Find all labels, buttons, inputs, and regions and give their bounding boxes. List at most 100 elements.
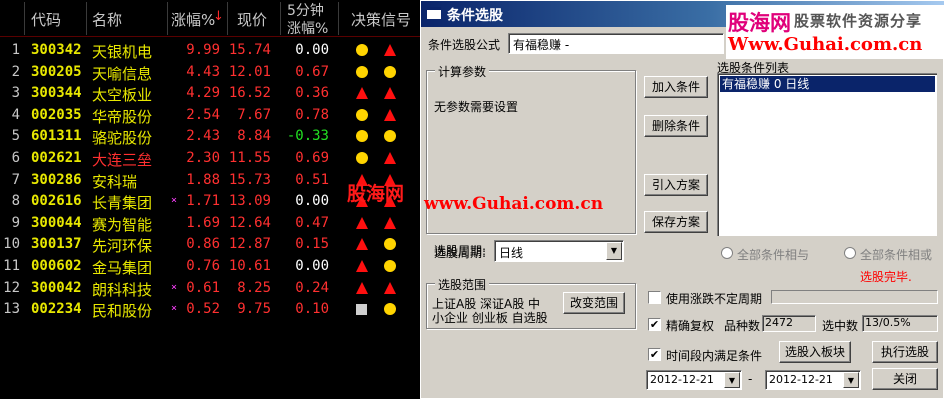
table-row[interactable]: 12 300042 朗科科技 × 0.61 8.25 0.24 [0,277,420,299]
change-5min: 0.00 [295,193,329,210]
change-5min: 0.67 [295,63,329,80]
watermark-brand: 股海网 [347,183,405,205]
date-from-input[interactable]: 2012-12-21 ▼ [646,370,742,390]
run-select-button[interactable]: 执行选股 [872,341,938,363]
to-board-button[interactable]: 选股入板块 [779,341,851,363]
condition-list[interactable]: 有福稳赚 0 日线 [717,73,937,236]
stock-code: 601311 [31,128,82,145]
stock-name: 华帝股份 [92,107,153,126]
status-text: 选股完毕. [860,270,912,284]
price: 15.73 [228,171,271,188]
column-divider [338,2,339,35]
add-condition-button[interactable]: 加入条件 [644,76,708,98]
table-row[interactable]: 1 300342 天银机电 9.99 15.74 0.00 [0,39,420,61]
signal-up-triangle-icon [384,216,396,229]
price: 15.74 [228,42,271,58]
watermark-url: www.Guhai.com.cn [424,194,604,214]
brand-url: Www.Guhai.com.cn [728,34,923,55]
radio-or[interactable] [844,247,856,259]
save-plan-button[interactable]: 保存方案 [644,211,708,233]
header-chg5-bottom[interactable]: 涨幅% [287,18,328,38]
change-pct: 0.76 [186,258,220,274]
header-code[interactable]: 代码 [31,9,61,30]
condition-list-item[interactable]: 有福稳赚 0 日线 [720,76,935,92]
header-chg5-top[interactable]: 5分钟 [287,0,324,20]
header-signal[interactable]: 决策信号 [351,9,411,30]
stock-name: 民和股份 [92,302,153,321]
signal-square-icon [356,304,367,316]
params-group-label: 计算参数 [435,63,490,80]
table-row[interactable]: 3 300344 太空板业 4.29 16.52 0.36 [0,82,420,104]
use-period-checkbox[interactable] [648,291,661,304]
signal-up-triangle-icon [384,108,396,121]
change-5min: 0.00 [295,258,329,274]
period-select[interactable]: 日线 ▼ [494,240,624,262]
period-value: 日线 [499,246,524,260]
price: 11.55 [228,150,271,166]
header-price[interactable]: 现价 [237,9,267,30]
signal-dot-icon [384,130,396,143]
row-index: 2 [11,63,20,80]
close-button[interactable]: 关闭 [872,368,938,390]
stock-name: 天银机电 [92,43,153,61]
table-row[interactable]: 13 002234 民和股份 × 0.52 9.75 0.10 [0,298,420,320]
row-index: 8 [11,193,20,210]
stock-name: 太空板业 [92,86,153,105]
table-row[interactable]: 10 300137 先河环保 0.86 12.87 0.15 [0,233,420,255]
row-index: 9 [11,214,20,231]
change-pct: 2.43 [186,128,220,145]
table-row[interactable]: 4 002035 华帝股份 2.54 7.67 0.78 [0,104,420,126]
radio-and[interactable] [721,247,733,259]
period-label: 选股周期: [434,246,487,260]
column-divider [167,2,168,35]
chevron-down-icon[interactable]: ▼ [606,242,622,260]
stock-code: 002234 [31,301,82,318]
signal-up-triangle-icon [384,281,396,294]
table-row[interactable]: 2 300205 天喻信息 4.43 12.01 0.67 [0,61,420,83]
radio-and-label: 全部条件相与 [737,248,810,262]
selected-value: 13/0.5% [862,315,938,332]
precise-checkbox[interactable]: ✔ [648,318,661,331]
stock-code: 300042 [31,279,82,296]
radio-or-label: 全部条件相或 [860,248,933,262]
price: 7.67 [237,106,271,123]
chevron-down-icon[interactable]: ▼ [724,372,740,388]
change-5min: 0.51 [295,171,329,188]
row-index: 1 [11,42,20,58]
table-row[interactable]: 5 601311 骆驼股份 2.43 8.84 -0.33 [0,125,420,147]
chevron-down-icon[interactable]: ▼ [843,372,859,388]
date-to-value: 2012-12-21 [769,373,833,386]
table-row[interactable]: 9 300044 赛为智能 1.69 12.64 0.47 [0,212,420,234]
header-pct[interactable]: 涨幅% [171,9,215,30]
price: 12.01 [228,63,271,80]
signal-up-triangle-icon [356,281,368,294]
stock-code: 300344 [31,85,82,102]
stock-code: 002035 [31,106,82,123]
price: 8.84 [237,128,271,145]
row-index: 4 [11,106,20,123]
count-label: 品种数 [724,319,761,333]
stock-code: 002621 [31,150,82,166]
change-pct: 0.52 [186,301,220,318]
time-range-checkbox[interactable]: ✔ [648,348,661,361]
change-pct: 1.71 [186,193,220,210]
row-index: 11 [3,258,20,274]
stock-code: 300205 [31,63,82,80]
signal-up-triangle-icon [384,44,396,56]
delete-condition-button[interactable]: 删除条件 [644,115,708,137]
table-row[interactable]: 6 002621 大连三垒 2.30 11.55 0.69 [0,147,420,169]
signal-dot-icon [356,152,368,164]
formula-select[interactable]: 有福稳赚 - [508,33,724,54]
stock-code: 000602 [31,258,82,274]
row-index: 10 [3,236,20,253]
brand-name: 股海网 [728,11,791,35]
date-to-input[interactable]: 2012-12-21 ▼ [765,370,861,390]
change-scope-button[interactable]: 改变范围 [563,292,625,314]
formula-label: 条件选股公式 [428,38,501,52]
params-text: 无参数需要设置 [434,100,519,114]
import-plan-button[interactable]: 引入方案 [644,174,708,196]
header-name[interactable]: 名称 [92,9,122,30]
change-5min: 0.36 [295,85,329,102]
signal-up-triangle-icon [356,260,368,272]
table-row[interactable]: 11 000602 金马集团 0.76 10.61 0.00 [0,255,420,277]
